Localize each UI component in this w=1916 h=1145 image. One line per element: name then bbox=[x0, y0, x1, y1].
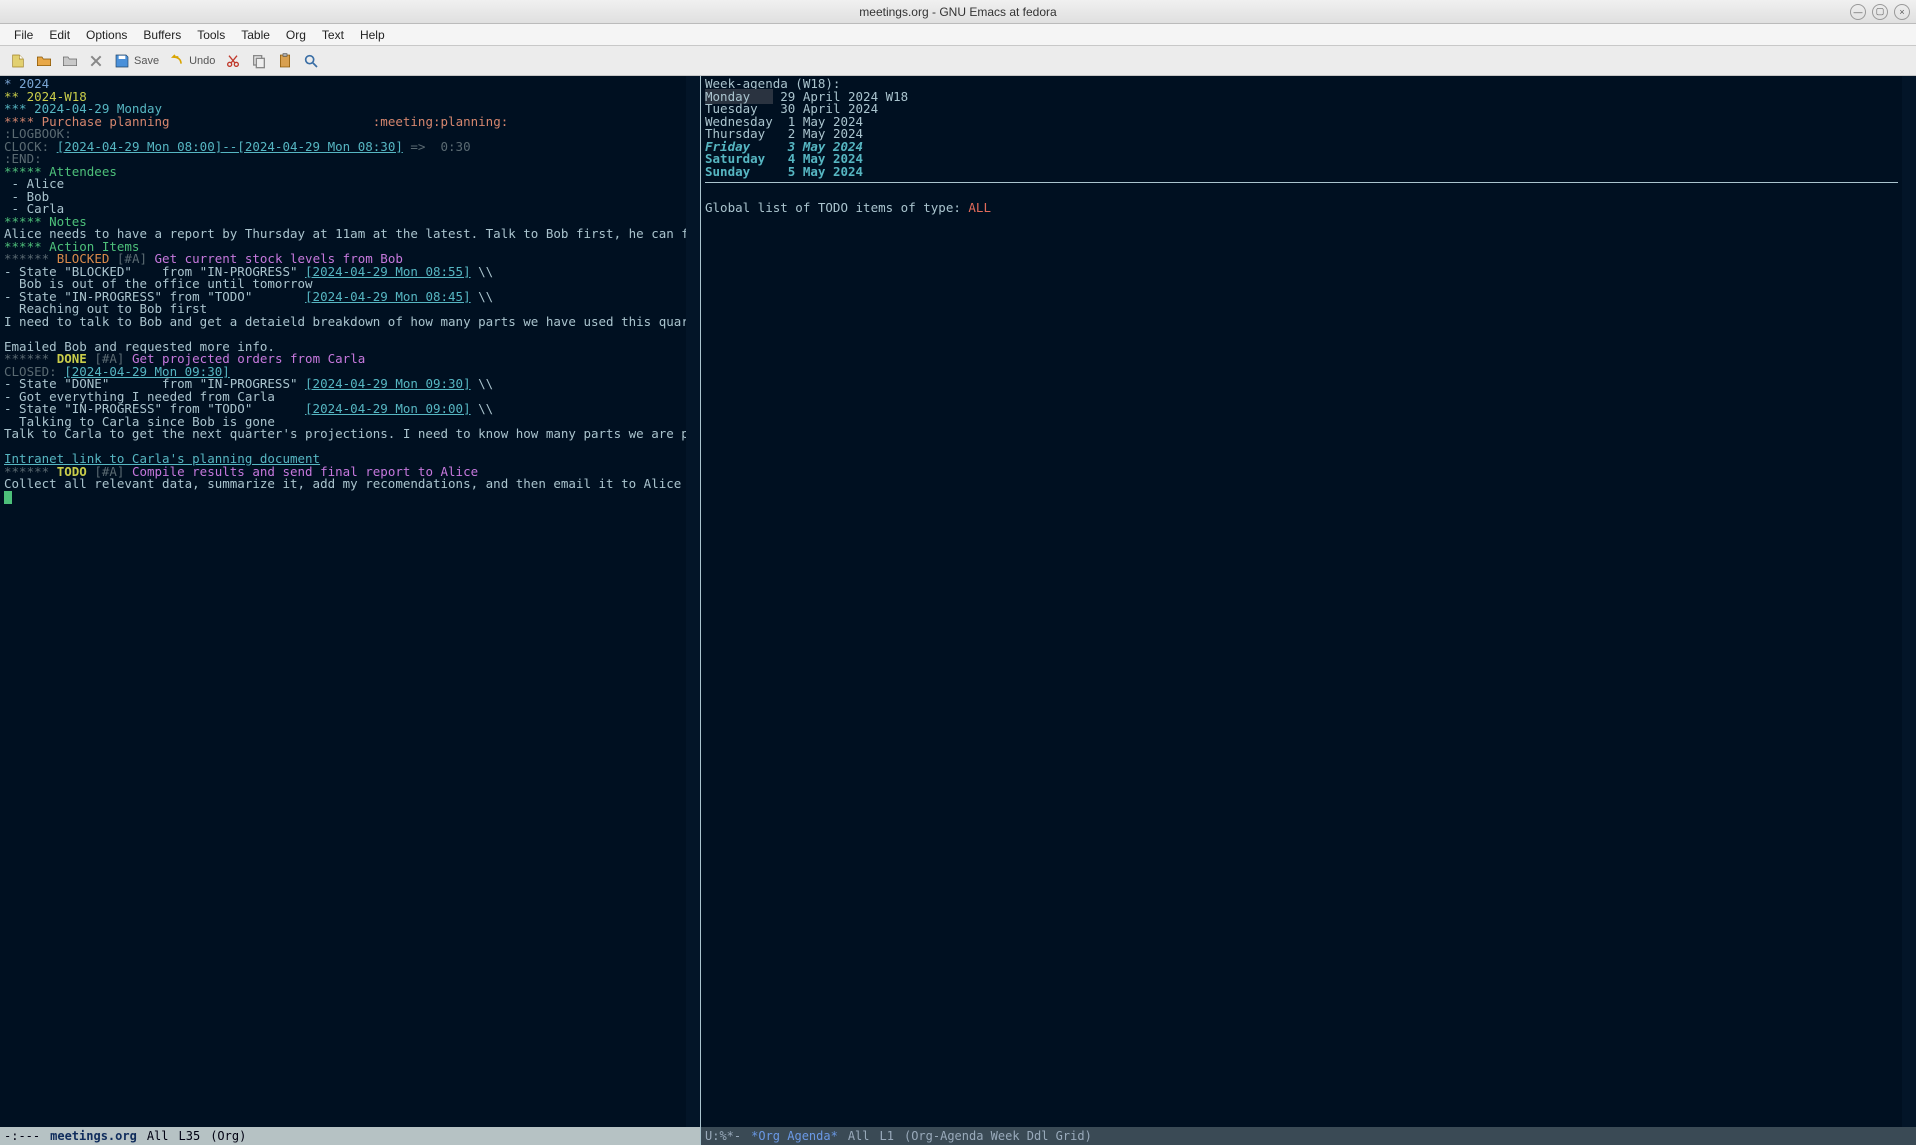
ai2-state3-ts[interactable]: [2024-04-29 Mon 09:00] bbox=[305, 401, 471, 416]
modeline-line: L1 bbox=[880, 1130, 894, 1142]
kill-buffer-button[interactable] bbox=[84, 49, 108, 73]
menu-tools[interactable]: Tools bbox=[189, 25, 233, 45]
new-file-button[interactable] bbox=[6, 49, 30, 73]
menu-text[interactable]: Text bbox=[314, 25, 352, 45]
org-buffer[interactable]: * 2024 ** 2024-W18 *** 2024-04-29 Monday… bbox=[0, 76, 686, 1127]
save-label: Save bbox=[134, 55, 159, 67]
agenda-todo-label: Global list of TODO items of type: bbox=[705, 200, 968, 215]
clock-suffix: => 0:30 bbox=[403, 139, 471, 154]
window-title: meetings.org - GNU Emacs at fedora bbox=[859, 5, 1056, 19]
dired-button[interactable] bbox=[58, 49, 82, 73]
search-button[interactable] bbox=[299, 49, 323, 73]
toolbar: Save Undo bbox=[0, 46, 1916, 76]
copy-button[interactable] bbox=[247, 49, 271, 73]
open-folder-icon bbox=[36, 53, 52, 69]
undo-label: Undo bbox=[189, 55, 215, 67]
folder-icon bbox=[62, 53, 78, 69]
open-folder-button[interactable] bbox=[32, 49, 56, 73]
right-scrollbar[interactable] bbox=[1902, 76, 1916, 1127]
left-pane: * 2024 ** 2024-W18 *** 2024-04-29 Monday… bbox=[0, 76, 700, 1145]
search-icon bbox=[303, 53, 319, 69]
undo-icon bbox=[169, 53, 185, 69]
copy-icon bbox=[251, 53, 267, 69]
clock-range[interactable]: [2024-04-29 Mon 08:00]--[2024-04-29 Mon … bbox=[57, 139, 403, 154]
save-icon bbox=[114, 53, 130, 69]
modeline-line: L35 bbox=[179, 1130, 201, 1142]
ai2-state3-post: \\ bbox=[471, 401, 494, 416]
ai2-state1-ts[interactable]: [2024-04-29 Mon 09:30] bbox=[305, 376, 471, 391]
modeline-buffer-name: *Org Agenda* bbox=[751, 1130, 838, 1142]
window-maximize-button[interactable]: ▢ bbox=[1872, 4, 1888, 20]
text-cursor bbox=[4, 491, 12, 504]
window-minimize-button[interactable]: — bbox=[1850, 4, 1866, 20]
modeline-mode: (Org-Agenda Week Ddl Grid) bbox=[904, 1130, 1092, 1142]
menu-help[interactable]: Help bbox=[352, 25, 393, 45]
menu-table[interactable]: Table bbox=[233, 25, 278, 45]
right-pane: Week-agenda (W18): Monday 29 April 2024 … bbox=[701, 76, 1916, 1145]
close-x-icon bbox=[88, 53, 104, 69]
save-button[interactable]: Save bbox=[110, 49, 163, 73]
agenda-todo-type: ALL bbox=[968, 200, 991, 215]
ai3-body: Collect all relevant data, summarize it,… bbox=[4, 476, 686, 491]
menu-buffers[interactable]: Buffers bbox=[135, 25, 189, 45]
editor-area: * 2024 ** 2024-W18 *** 2024-04-29 Monday… bbox=[0, 76, 1916, 1145]
modeline-buffer-name: meetings.org bbox=[50, 1130, 137, 1142]
heading-meeting-tags: :meeting:planning: bbox=[373, 114, 508, 129]
modeline-status: -:--- bbox=[4, 1130, 40, 1142]
ai2-body: Talk to Carla to get the next quarter's … bbox=[4, 426, 686, 441]
new-file-icon bbox=[10, 53, 26, 69]
agenda-buffer[interactable]: Week-agenda (W18): Monday 29 April 2024 … bbox=[701, 76, 1902, 1127]
left-scrollbar[interactable] bbox=[686, 76, 700, 1127]
undo-button[interactable]: Undo bbox=[165, 49, 219, 73]
modeline-mode: (Org) bbox=[210, 1130, 246, 1142]
paste-icon bbox=[277, 53, 293, 69]
paste-button[interactable] bbox=[273, 49, 297, 73]
modeline-status: U:%*- bbox=[705, 1130, 741, 1142]
ai1-state1-ts[interactable]: [2024-04-29 Mon 08:55] bbox=[305, 264, 471, 279]
ai1-state2-post: \\ bbox=[471, 289, 494, 304]
ai2-state1-post: \\ bbox=[471, 376, 494, 391]
modeline-position: All bbox=[848, 1130, 870, 1142]
window-titlebar: meetings.org - GNU Emacs at fedora — ▢ × bbox=[0, 0, 1916, 24]
ai1-body: I need to talk to Bob and get a detaield… bbox=[4, 314, 686, 329]
ai1-state2-ts[interactable]: [2024-04-29 Mon 08:45] bbox=[305, 289, 471, 304]
cut-button[interactable] bbox=[221, 49, 245, 73]
right-modeline[interactable]: U:%*- *Org Agenda* All L1 (Org-Agenda We… bbox=[701, 1127, 1916, 1145]
left-modeline[interactable]: -:--- meetings.org All L35 (Org) bbox=[0, 1127, 700, 1145]
scissors-icon bbox=[225, 53, 241, 69]
modeline-position: All bbox=[147, 1130, 169, 1142]
menubar: File Edit Options Buffers Tools Table Or… bbox=[0, 24, 1916, 46]
menu-options[interactable]: Options bbox=[78, 25, 135, 45]
menu-org[interactable]: Org bbox=[278, 25, 314, 45]
agenda-separator bbox=[705, 182, 1898, 183]
agenda-day-row: Sunday 5 May 2024 bbox=[705, 164, 863, 179]
menu-file[interactable]: File bbox=[6, 25, 41, 45]
window-close-button[interactable]: × bbox=[1894, 4, 1910, 20]
menu-edit[interactable]: Edit bbox=[41, 25, 78, 45]
ai1-state1-post: \\ bbox=[471, 264, 494, 279]
